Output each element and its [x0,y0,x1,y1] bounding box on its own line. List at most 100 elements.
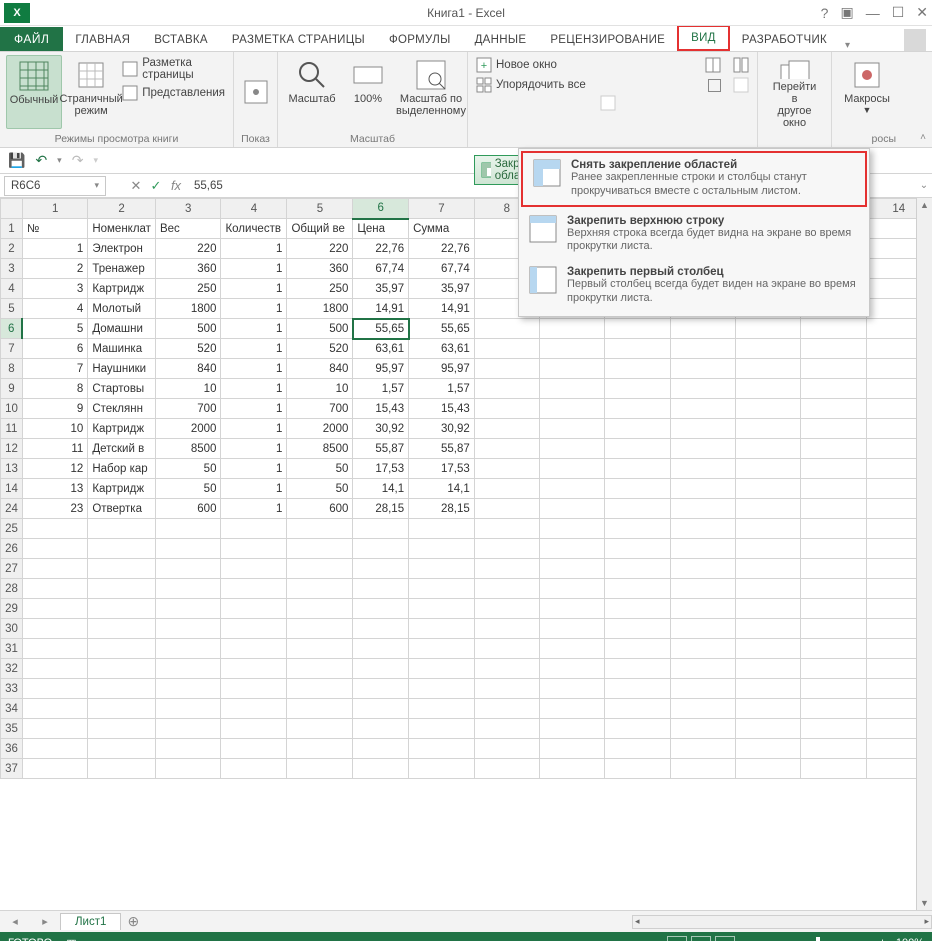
cell[interactable] [540,539,605,559]
cell[interactable] [474,679,539,699]
cell[interactable] [735,579,800,599]
cell[interactable] [474,499,539,519]
cell[interactable] [605,319,670,339]
row-header[interactable]: 2 [1,239,23,259]
help-icon[interactable]: ? [821,5,829,21]
cell[interactable] [474,339,539,359]
expand-formula-bar-icon[interactable]: ⌄ [916,180,932,191]
cell[interactable]: 360 [287,259,353,279]
cell[interactable] [287,679,353,699]
tab-developer[interactable]: РАЗРАБОТЧИК [730,29,839,51]
ribbon-overflow-icon[interactable]: ▾ [839,40,856,51]
cell[interactable] [801,479,866,499]
cell[interactable] [221,639,287,659]
cell[interactable] [474,479,539,499]
cell[interactable] [409,759,475,779]
zoom-selection-button[interactable]: Масштаб по выделенному [396,55,466,129]
cell[interactable] [155,619,221,639]
cell[interactable]: Стеклянн [88,399,156,419]
cell[interactable] [540,439,605,459]
cell[interactable] [221,619,287,639]
cell[interactable] [540,699,605,719]
cell[interactable]: 17,53 [409,459,475,479]
cell[interactable]: 7 [22,359,87,379]
cell[interactable]: 35,97 [409,279,475,299]
cell[interactable] [88,579,156,599]
cell[interactable]: 3 [22,279,87,299]
cell[interactable] [474,579,539,599]
tab-home[interactable]: ГЛАВНАЯ [63,29,142,51]
cell[interactable]: 9 [22,399,87,419]
freeze-top-row-item[interactable]: Закрепить верхнюю строку Верхняя строка … [519,209,869,261]
cell[interactable] [88,619,156,639]
row-header[interactable]: 9 [1,379,23,399]
cell[interactable] [735,359,800,379]
cell[interactable] [605,439,670,459]
cell[interactable] [605,759,670,779]
cell[interactable]: 8 [22,379,87,399]
cell[interactable]: 50 [287,459,353,479]
ribbon-display-icon[interactable]: ▣ [840,4,853,21]
undo-dropdown-icon[interactable]: ▾ [57,155,62,166]
cell[interactable] [409,519,475,539]
cell[interactable] [540,419,605,439]
cell[interactable] [735,599,800,619]
cell[interactable] [540,379,605,399]
cell[interactable] [474,619,539,639]
row-header[interactable]: 24 [1,499,23,519]
cell[interactable]: 2 [22,259,87,279]
row-header[interactable]: 7 [1,339,23,359]
cell[interactable]: Наушники [88,359,156,379]
new-window-button[interactable]: + Новое окно [474,55,751,75]
cell[interactable] [735,339,800,359]
cell[interactable] [540,739,605,759]
row-header[interactable]: 26 [1,539,23,559]
cell[interactable]: 8500 [155,439,221,459]
cell[interactable] [605,419,670,439]
cell[interactable]: Цена [353,219,409,239]
view-normal-status-icon[interactable] [667,936,687,941]
row-header[interactable]: 8 [1,359,23,379]
row-header[interactable]: 32 [1,659,23,679]
cell[interactable]: 520 [155,339,221,359]
col-header[interactable]: 5 [287,199,353,219]
cell[interactable] [735,559,800,579]
cell[interactable] [605,739,670,759]
cell[interactable]: Электрон [88,239,156,259]
enter-formula-icon[interactable]: ✓ [146,178,166,194]
cell[interactable] [22,579,87,599]
cell[interactable] [474,379,539,399]
row-header[interactable]: 14 [1,479,23,499]
cell[interactable]: 1,57 [409,379,475,399]
row-header[interactable]: 28 [1,579,23,599]
cell[interactable] [605,719,670,739]
cell[interactable] [801,579,866,599]
cell[interactable] [22,759,87,779]
cell[interactable] [353,619,409,639]
row-header[interactable]: 12 [1,439,23,459]
cell[interactable] [540,519,605,539]
row-header[interactable]: 5 [1,299,23,319]
cell[interactable] [670,379,735,399]
cell[interactable] [670,339,735,359]
cell[interactable] [221,699,287,719]
cell[interactable] [474,459,539,479]
cell[interactable]: Тренажер [88,259,156,279]
cell[interactable] [353,679,409,699]
split-icon[interactable] [705,57,721,73]
cell[interactable] [287,579,353,599]
row-header[interactable]: 27 [1,559,23,579]
row-header[interactable]: 29 [1,599,23,619]
cell[interactable]: 1 [22,239,87,259]
cell[interactable] [221,519,287,539]
cell[interactable] [735,499,800,519]
cell[interactable] [155,579,221,599]
cell[interactable]: 220 [155,239,221,259]
cell[interactable] [670,499,735,519]
cell[interactable] [605,339,670,359]
freeze-first-col-item[interactable]: Закрепить первый столбец Первый столбец … [519,260,869,312]
cell[interactable] [605,519,670,539]
arrange-all-button[interactable]: Упорядочить все [474,75,751,95]
cell[interactable] [353,539,409,559]
macro-record-icon[interactable]: ▦ [66,937,76,941]
